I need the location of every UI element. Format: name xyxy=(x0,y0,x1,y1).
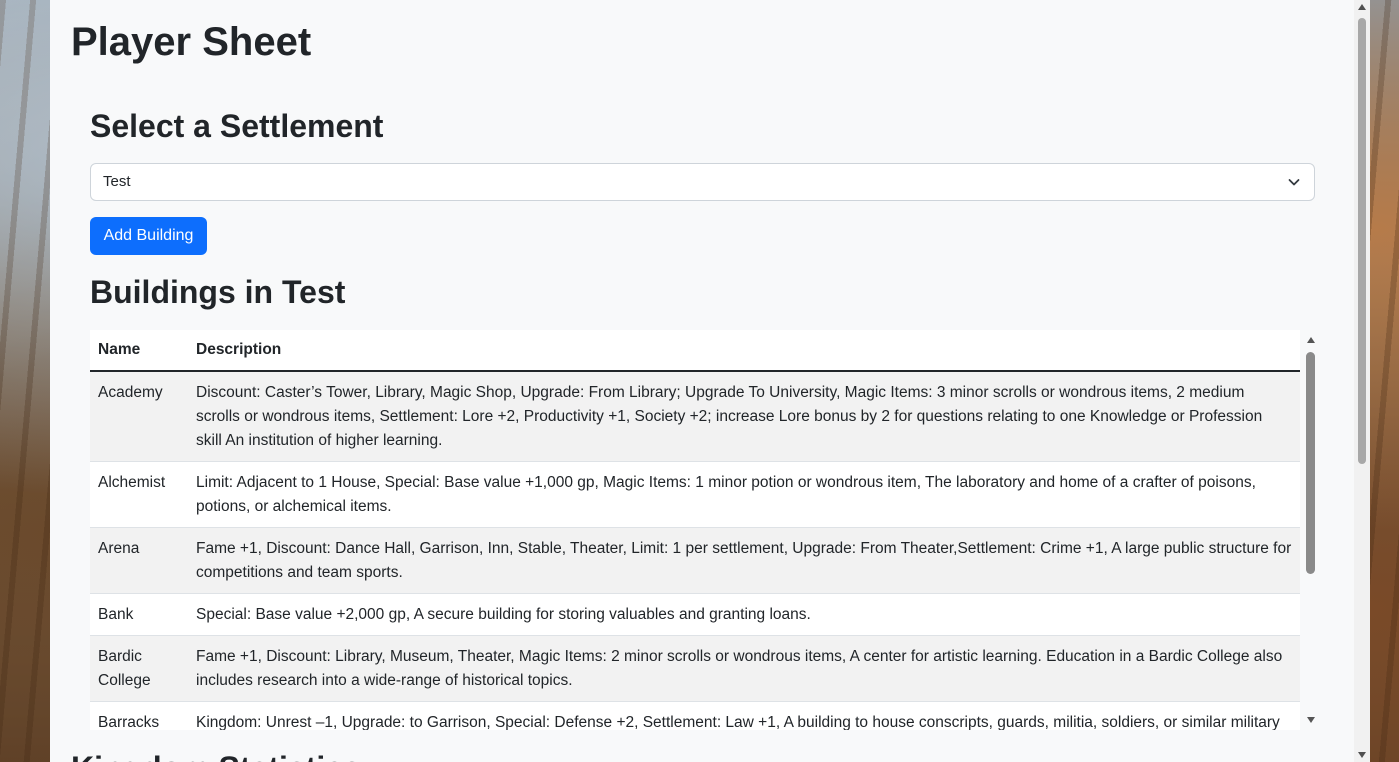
next-section-heading: Kingdom Statistics xyxy=(71,748,361,762)
building-description: Kingdom: Unrest –1, Upgrade: to Garrison… xyxy=(188,701,1300,730)
building-description: Fame +1, Discount: Dance Hall, Garrison,… xyxy=(188,527,1300,594)
building-name: Alchemist xyxy=(90,461,188,528)
buildings-heading: Buildings in Test xyxy=(90,274,346,310)
chevron-down-icon xyxy=(1288,179,1300,186)
table-row: Barracks Kingdom: Unrest –1, Upgrade: to… xyxy=(90,701,1300,730)
building-name: Arena xyxy=(90,527,188,594)
table-header-row: Name Description xyxy=(90,330,1300,372)
building-name: Bardic College xyxy=(90,635,188,702)
table-row: Academy Discount: Caster’s Tower, Librar… xyxy=(90,371,1300,462)
buildings-table-container[interactable]: Name Description Academy Discount: Caste… xyxy=(90,330,1316,730)
table-row: Bardic College Fame +1, Discount: Librar… xyxy=(90,635,1300,702)
page-scroll-down-arrow-icon[interactable] xyxy=(1358,752,1366,758)
table-row: Arena Fame +1, Discount: Dance Hall, Gar… xyxy=(90,527,1300,594)
add-building-button[interactable]: Add Building xyxy=(90,217,207,255)
building-description: Special: Base value +2,000 gp, A secure … xyxy=(188,593,1300,636)
table-row: Alchemist Limit: Adjacent to 1 House, Sp… xyxy=(90,461,1300,528)
settlement-select-value: Test xyxy=(103,173,131,190)
page-scrollbar-thumb[interactable] xyxy=(1358,18,1366,464)
main-panel: Player Sheet Select a Settlement Test Ad… xyxy=(50,0,1370,762)
page-scroll-up-arrow-icon[interactable] xyxy=(1358,4,1366,10)
buildings-table: Name Description Academy Discount: Caste… xyxy=(90,330,1300,730)
table-scrollbar-thumb[interactable] xyxy=(1306,352,1315,574)
building-name: Bank xyxy=(90,593,188,636)
column-header-description: Description xyxy=(188,330,1300,372)
page-title: Player Sheet xyxy=(71,20,312,64)
building-name: Barracks xyxy=(90,701,188,730)
building-description: Limit: Adjacent to 1 House, Special: Bas… xyxy=(188,461,1300,528)
select-settlement-heading: Select a Settlement xyxy=(90,108,384,144)
building-description: Discount: Caster’s Tower, Library, Magic… xyxy=(188,371,1300,462)
table-row: Bank Special: Base value +2,000 gp, A se… xyxy=(90,593,1300,636)
building-description: Fame +1, Discount: Library, Museum, Thea… xyxy=(188,635,1300,702)
settlement-select[interactable]: Test xyxy=(90,163,1315,201)
scroll-up-arrow-icon[interactable] xyxy=(1307,337,1315,343)
page-scrollbar[interactable] xyxy=(1354,0,1370,762)
scroll-down-arrow-icon[interactable] xyxy=(1307,717,1315,723)
column-header-name: Name xyxy=(90,330,188,372)
table-scrollbar[interactable] xyxy=(1304,334,1318,726)
building-name: Academy xyxy=(90,371,188,462)
